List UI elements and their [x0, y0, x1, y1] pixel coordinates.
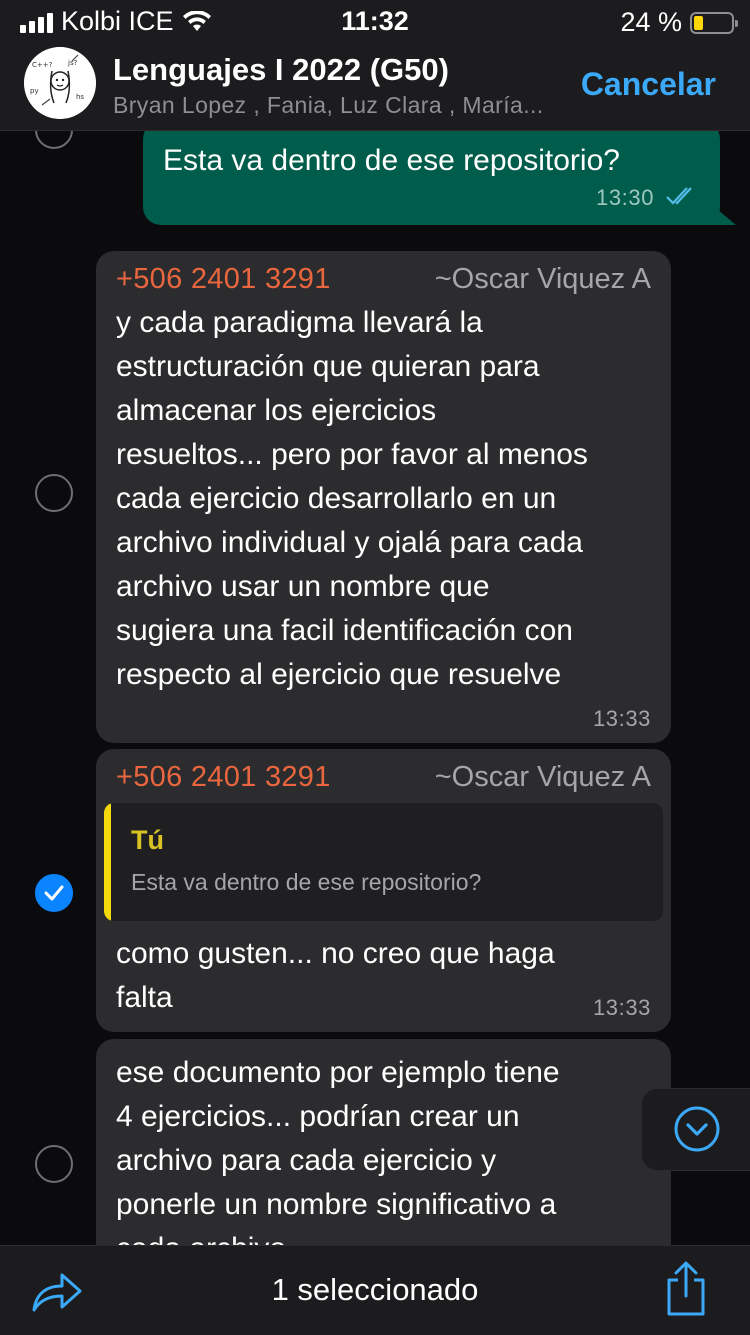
message-list[interactable]: Esta va dentro de ese repositorio? 13:30…: [0, 131, 750, 1245]
group-members[interactable]: Bryan Lopez , Fania, Luz Clara , María..…: [113, 92, 544, 119]
doodle-avatar-icon: C++? js? py hs: [24, 47, 96, 119]
battery-group: 24 %: [620, 7, 738, 38]
message-line: cada ejercicio desarrollarlo en un: [116, 482, 557, 515]
select-radio-checked[interactable]: [35, 874, 73, 912]
message-time: 13:30: [596, 185, 655, 210]
group-title[interactable]: Lenguajes I 2022 (G50): [113, 52, 449, 88]
select-radio[interactable]: [35, 474, 73, 512]
sender-phone[interactable]: +506 2401 3291: [116, 263, 331, 296]
chevron-down-circle-icon: [674, 1106, 720, 1152]
outgoing-message[interactable]: Esta va dentro de ese repositorio? 13:30: [143, 131, 720, 225]
message-line: falta: [116, 981, 173, 1014]
message-line: 4 ejercicios... podrían crear un: [116, 1100, 520, 1133]
message-line: estructuración que quieran para: [116, 350, 540, 383]
sender-name: ~Oscar Viquez A: [434, 263, 651, 295]
selection-count: 1 seleccionado: [271, 1272, 479, 1307]
quote-text: Esta va dentro de ese repositorio?: [131, 869, 482, 895]
message-line: archivo individual y ojalá para cada: [116, 526, 583, 559]
message-line: ese documento por ejemplo tiene: [116, 1056, 560, 1089]
svg-text:C++?: C++?: [32, 61, 53, 69]
message-line: archivo usar un nombre que: [116, 570, 490, 603]
incoming-message[interactable]: +506 2401 3291 ~Oscar Viquez A Tú Esta v…: [96, 749, 671, 1032]
message-time: 13:33: [592, 706, 651, 731]
message-time: 13:33: [592, 995, 651, 1020]
svg-text:hs: hs: [76, 93, 84, 101]
status-bar: Kolbi ICE 11:32 24 %: [0, 0, 750, 40]
message-line: como gusten... no creo que haga: [116, 937, 555, 970]
selection-toolbar: 1 seleccionado: [0, 1245, 750, 1335]
message-line: almacenar los ejercicios: [116, 394, 437, 427]
scroll-to-bottom-button[interactable]: [641, 1088, 750, 1171]
message-line: cada archivo: [116, 1227, 286, 1245]
share-icon: [667, 1261, 705, 1316]
incoming-message[interactable]: ese documento por ejemplo tiene 4 ejerci…: [96, 1039, 671, 1245]
sender-phone[interactable]: +506 2401 3291: [116, 761, 331, 794]
quote-bar: [104, 803, 111, 921]
cancel-button[interactable]: Cancelar: [581, 66, 716, 103]
double-check-icon: [666, 187, 692, 205]
message-line: sugiera una facil identificación con: [116, 614, 573, 647]
battery-percentage: 24 %: [620, 7, 682, 37]
message-line: respecto al ejercicio que resuelve: [116, 658, 562, 691]
quote-author: Tú: [131, 825, 164, 855]
select-radio[interactable]: [35, 131, 73, 149]
checkmark-icon: [44, 885, 64, 901]
battery-icon: [690, 11, 738, 34]
group-avatar[interactable]: C++? js? py hs: [24, 47, 96, 119]
select-radio[interactable]: [35, 1145, 73, 1183]
message-line: resueltos... pero por favor al menos: [116, 438, 588, 471]
incoming-message[interactable]: +506 2401 3291 ~Oscar Viquez A y cada pa…: [96, 251, 671, 743]
share-button[interactable]: [663, 1260, 709, 1318]
message-text: Esta va dentro de ese repositorio?: [163, 144, 620, 177]
message-line: y cada paradigma llevará la: [116, 306, 483, 339]
message-line: archivo para cada ejercicio y: [116, 1144, 497, 1177]
message-line: ponerle un nombre significativo a: [116, 1188, 557, 1221]
svg-text:py: py: [30, 87, 39, 95]
sender-name: ~Oscar Viquez A: [434, 761, 651, 793]
quoted-message[interactable]: Tú Esta va dentro de ese repositorio?: [104, 803, 663, 921]
chat-header: C++? js? py hs Lenguajes I 2022 (G50) Br…: [0, 40, 750, 131]
